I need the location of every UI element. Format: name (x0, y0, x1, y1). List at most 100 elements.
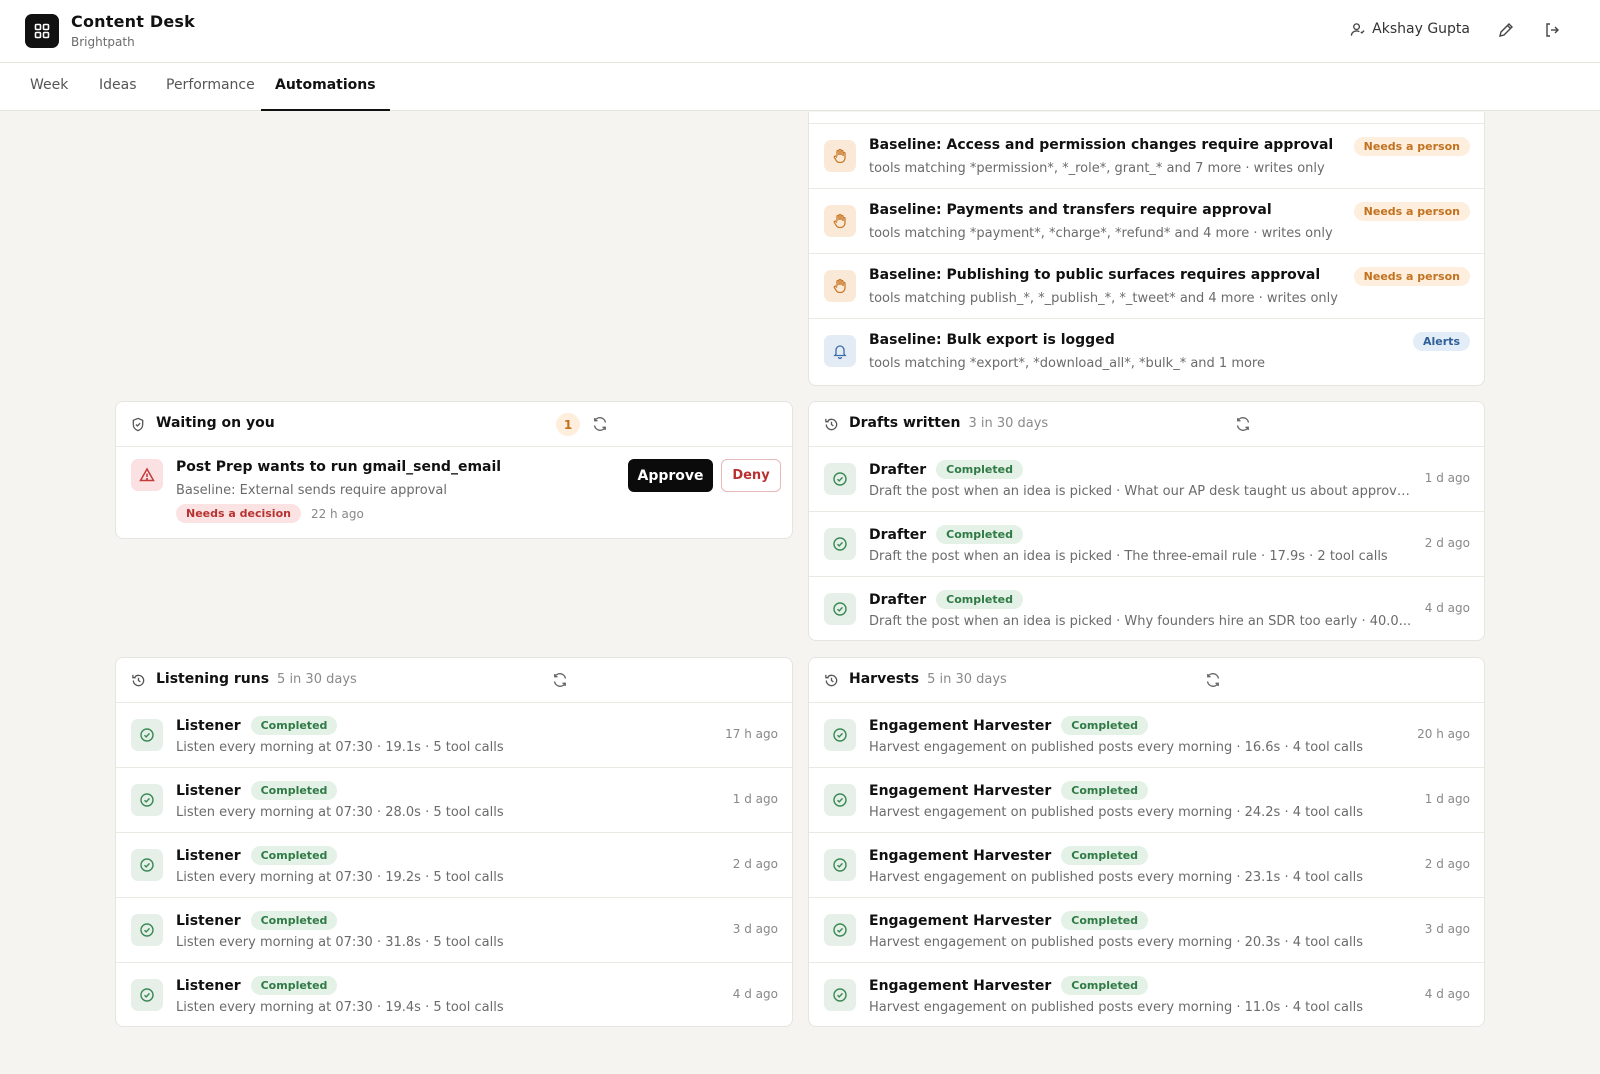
run-row[interactable]: Listener Completed Listen every morning at… (116, 898, 792, 963)
policy-row[interactable]: Baseline: Bulk export is logged tools mat… (809, 319, 1484, 384)
run-row[interactable]: Drafter Completed Draft the post when an i… (809, 577, 1484, 640)
run-detail: Draft the post when an idea is picked · … (869, 614, 1412, 629)
warning-icon (131, 459, 163, 491)
check-circle-icon (131, 784, 163, 816)
bell-icon (824, 335, 856, 367)
run-time: 3 d ago (1424, 922, 1470, 936)
hand-icon (824, 270, 856, 302)
policy-mode-badge: Needs a person (1353, 267, 1470, 286)
policy-row[interactable]: Baseline: Access and permission changes … (809, 124, 1484, 189)
user-name: Akshay Gupta (1372, 21, 1470, 37)
tab-week[interactable]: Week (30, 63, 68, 111)
run-row[interactable]: Drafter Completed Draft the post when an i… (809, 512, 1484, 577)
run-agent-name: Engagement Harvester (869, 782, 1052, 799)
harvests-title: Harvests 5 in 30 days (849, 671, 1007, 687)
run-agent-name: Drafter (869, 526, 927, 543)
drafts-list: Drafter Completed Draft the post when an i… (809, 447, 1484, 640)
approval-request-title: Post Prep wants to run gmail_send_email (176, 459, 502, 475)
logout-button[interactable] (1541, 19, 1563, 41)
run-agent-name: Listener (176, 782, 241, 799)
run-detail: Listen every morning at 07:30 · 19.1s · … (176, 740, 504, 755)
run-status-badge: Completed (1061, 846, 1149, 865)
check-circle-icon (824, 784, 856, 816)
app-title: Content Desk (71, 12, 195, 31)
run-time: 2 d ago (732, 857, 778, 871)
app-logo-icon[interactable] (25, 14, 59, 48)
harvests-count: 5 in 30 days (927, 672, 1007, 687)
deny-button[interactable]: Deny (721, 459, 781, 492)
listening-list: Listener Completed Listen every morning at… (116, 703, 792, 1026)
waiting-count-badge: 1 (556, 413, 580, 436)
approval-meta: Needs a decision 22 h ago (176, 504, 364, 523)
run-row[interactable]: Listener Completed Listen every morning at… (116, 963, 792, 1026)
run-detail: Harvest engagement on published posts ev… (869, 740, 1363, 755)
hand-icon (824, 205, 856, 237)
run-row[interactable]: Engagement Harvester Completed Harvest eng… (809, 703, 1484, 768)
edit-button[interactable] (1495, 19, 1517, 41)
logout-icon (1544, 22, 1560, 38)
policy-title: Baseline: Bulk export is logged (869, 332, 1115, 348)
run-detail: Harvest engagement on published posts ev… (869, 1000, 1363, 1015)
run-time: 2 d ago (1424, 536, 1470, 550)
run-time: 20 h ago (1417, 727, 1470, 741)
run-status-badge: Completed (1061, 911, 1149, 930)
approval-time: 22 h ago (310, 506, 364, 521)
check-circle-icon (824, 979, 856, 1011)
tab-automations[interactable]: Automations (261, 63, 390, 111)
check-circle-icon (824, 528, 856, 560)
run-row[interactable]: Engagement Harvester Completed Harvest eng… (809, 833, 1484, 898)
policy-title: Baseline: Payments and transfers require… (869, 202, 1272, 218)
check-circle-icon (131, 849, 163, 881)
run-row[interactable]: Engagement Harvester Completed Harvest eng… (809, 898, 1484, 963)
top-bar: Content Desk Brightpath Akshay Gupta (0, 0, 1600, 63)
run-status-badge: Completed (250, 846, 338, 865)
run-detail: Listen every morning at 07:30 · 28.0s · … (176, 805, 504, 820)
approve-button[interactable]: Approve (628, 459, 713, 492)
run-time: 1 d ago (732, 792, 778, 806)
run-row[interactable]: Drafter Completed Draft the post when an i… (809, 447, 1484, 512)
run-row[interactable]: Engagement Harvester Completed Harvest eng… (809, 963, 1484, 1026)
policy-row[interactable]: Baseline: Publishing to public surfaces … (809, 254, 1484, 319)
policy-mode-badge: Alerts (1413, 332, 1470, 351)
check-circle-icon (131, 719, 163, 751)
check-circle-icon (824, 914, 856, 946)
listening-title: Listening runs 5 in 30 days (156, 671, 357, 687)
run-row[interactable]: Engagement Harvester Completed Harvest eng… (809, 768, 1484, 833)
run-title: Drafter Completed (869, 590, 1023, 609)
run-row[interactable]: Listener Completed Listen every morning at… (116, 833, 792, 898)
workspace-name: Brightpath (71, 35, 135, 49)
run-detail: Listen every morning at 07:30 · 31.8s · … (176, 935, 504, 950)
run-row[interactable]: Listener Completed Listen every morning at… (116, 768, 792, 833)
refresh-drafts-button[interactable] (1235, 416, 1253, 434)
run-row[interactable]: Listener Completed Listen every morning at… (116, 703, 792, 768)
run-agent-name: Drafter (869, 591, 927, 608)
run-detail: Draft the post when an idea is picked · … (869, 484, 1414, 499)
run-status-badge: Completed (1061, 781, 1149, 800)
run-detail: Listen every morning at 07:30 · 19.4s · … (176, 1000, 504, 1015)
listening-card: Listening runs 5 in 30 days Listener Compl… (115, 657, 793, 1027)
policy-title: Baseline: Publishing to public surfaces … (869, 267, 1321, 283)
harvests-card: Harvests 5 in 30 days Engagement Harveste… (808, 657, 1485, 1027)
policy-row[interactable]: Baseline: Payments and transfers require… (809, 189, 1484, 254)
run-detail: Listen every morning at 07:30 · 19.2s · … (176, 870, 504, 885)
policies-card-top-edge (809, 112, 1484, 124)
tab-performance[interactable]: Performance (166, 63, 255, 111)
user-menu[interactable]: Akshay Gupta (1350, 21, 1470, 37)
run-title: Engagement Harvester Completed (869, 781, 1149, 800)
tab-ideas[interactable]: Ideas (99, 63, 137, 111)
refresh-icon (593, 417, 607, 431)
run-time: 4 d ago (1424, 601, 1470, 615)
run-title: Engagement Harvester Completed (869, 716, 1149, 735)
policy-detail: tools matching *permission*, *_role*, gr… (869, 161, 1325, 176)
refresh-waiting-button[interactable] (592, 416, 610, 434)
run-agent-name: Engagement Harvester (869, 847, 1052, 864)
run-title: Listener Completed (176, 716, 338, 735)
run-agent-name: Drafter (869, 461, 927, 478)
check-circle-icon (824, 849, 856, 881)
waiting-title: Waiting on you (156, 415, 275, 431)
policies-card: Baseline: Access and permission changes … (808, 112, 1485, 386)
waiting-card-header: Waiting on you 1 (116, 402, 792, 447)
refresh-harvests-button[interactable] (1205, 672, 1223, 690)
refresh-listening-button[interactable] (552, 672, 570, 690)
run-agent-name: Engagement Harvester (869, 912, 1052, 929)
